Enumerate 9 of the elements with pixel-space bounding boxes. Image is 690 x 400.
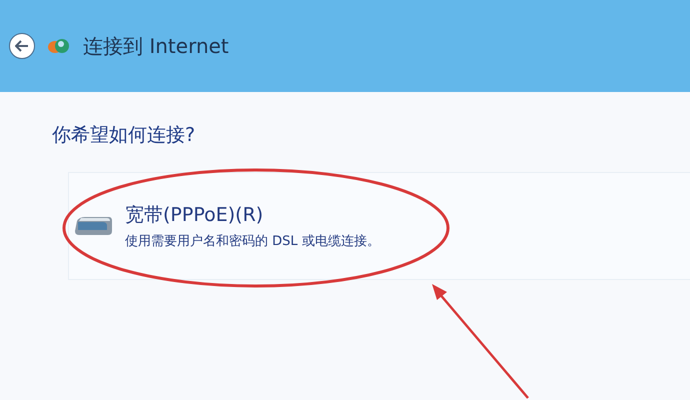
option-description: 使用需要用户名和密码的 DSL 或电缆连接。 [125,233,380,250]
modem-icon [73,215,113,237]
back-button[interactable] [9,33,35,59]
window-title: 连接到 Internet [83,32,229,60]
network-globe-icon [47,37,71,55]
back-arrow-icon [15,40,29,52]
option-title: 宽带(PPPoE)(R) [125,203,264,228]
question-heading: 你希望如何连接? [52,123,196,148]
connection-option[interactable]: 宽带(PPPoE)(R) 使用需要用户名和密码的 DSL 或电缆连接。 [68,172,690,280]
